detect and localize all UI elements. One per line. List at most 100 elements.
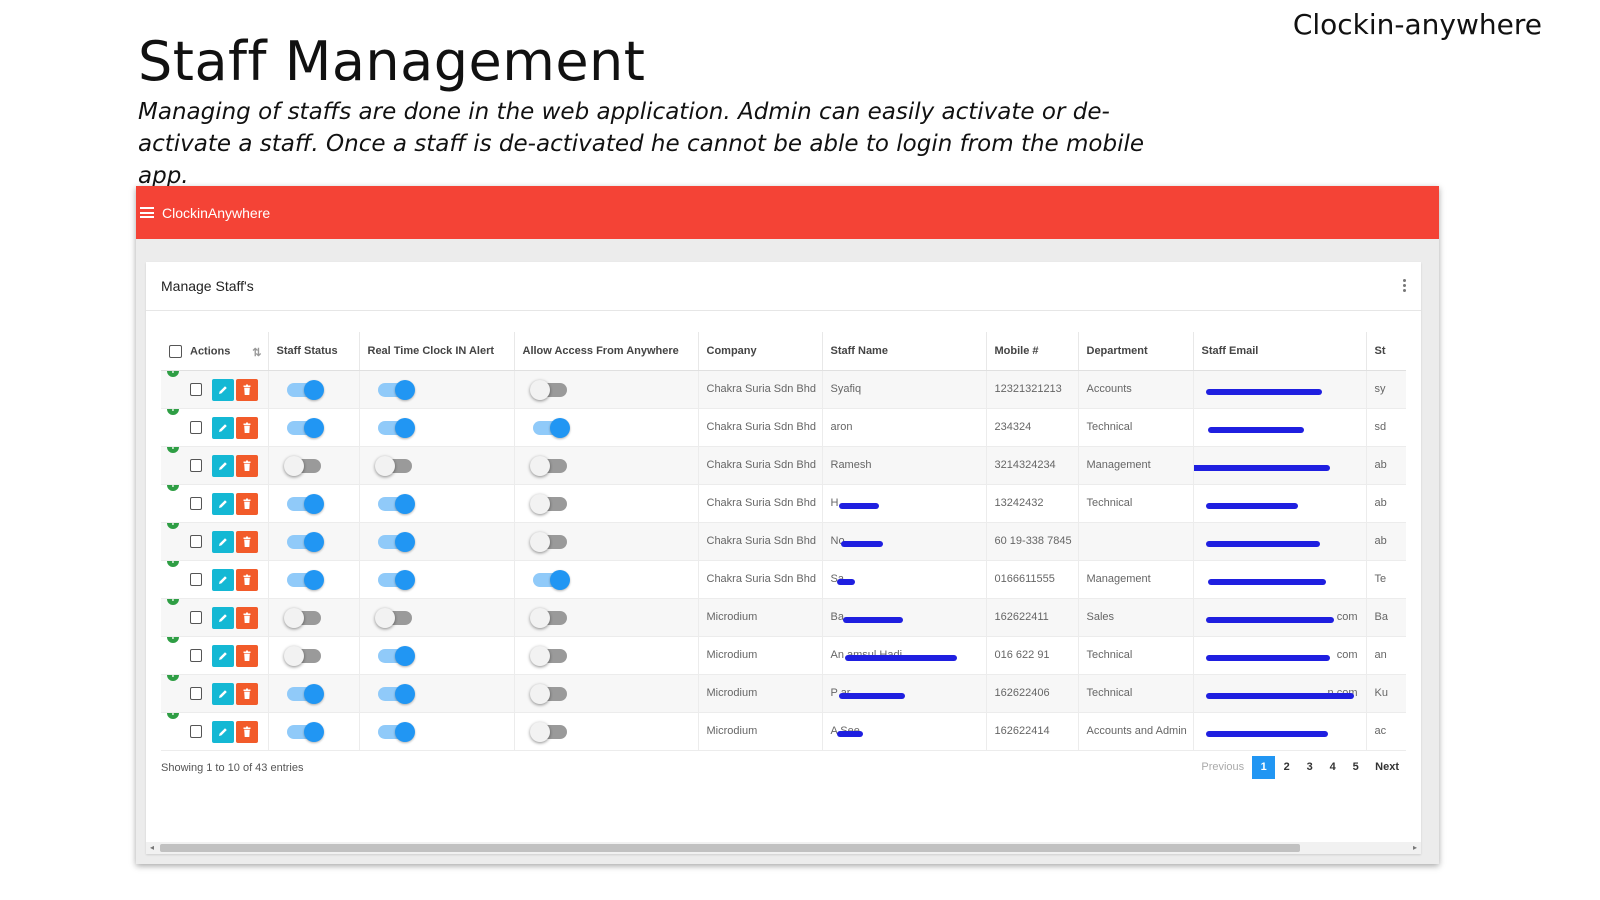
delete-button[interactable] [235,682,258,705]
delete-button[interactable] [235,378,258,401]
clock-in-alert-toggle[interactable] [377,531,415,552]
row-checkbox[interactable] [190,421,202,434]
edit-button[interactable] [211,454,234,477]
expand-row-icon[interactable]: + [167,598,179,605]
staff-status-toggle[interactable] [283,607,321,628]
row-checkbox[interactable] [190,573,202,586]
staff-status-toggle[interactable] [286,569,324,590]
staff-status-toggle[interactable] [286,721,324,742]
row-checkbox[interactable] [190,535,202,548]
edit-button[interactable] [211,720,234,743]
column-header-8[interactable]: Staff Email [1193,332,1367,371]
scroll-left-icon[interactable]: ◂ [150,843,154,852]
column-header-6[interactable]: Mobile # [986,332,1079,371]
company-cell: Microdium [698,636,823,675]
allow-anywhere-toggle[interactable] [529,379,567,400]
allow-anywhere-toggle[interactable] [532,569,570,590]
clock-in-alert-toggle[interactable] [377,721,415,742]
pagination-page-2[interactable]: 2 [1275,756,1298,779]
column-header-9[interactable]: St [1366,332,1406,371]
redaction-mark [836,730,863,737]
allow-anywhere-toggle[interactable] [532,417,570,438]
pagination-page-3[interactable]: 3 [1298,756,1321,779]
staff-status-toggle[interactable] [283,645,321,666]
expand-row-icon[interactable]: + [167,484,179,491]
clock-in-alert-toggle[interactable] [377,683,415,704]
horizontal-scrollbar[interactable]: ◂ ▸ [146,842,1421,854]
edit-button[interactable] [211,378,234,401]
column-header-1[interactable]: Staff Status [268,332,360,371]
company-cell-wrap: Chakra Suria Sdn Bhd [707,421,816,435]
delete-button[interactable] [235,606,258,629]
clock-in-alert-toggle[interactable] [377,379,415,400]
allow-anywhere-toggle[interactable] [529,683,567,704]
staff-status-toggle[interactable] [286,379,324,400]
pagination-previous[interactable]: Previous [1201,756,1244,779]
expand-row-icon[interactable]: + [167,712,179,719]
column-header-4[interactable]: Company [698,332,823,371]
allow-anywhere-toggle[interactable] [529,531,567,552]
delete-button[interactable] [235,454,258,477]
delete-button[interactable] [235,530,258,553]
pagination: Previous 12345 Next [1201,756,1399,779]
staff-status-toggle[interactable] [286,493,324,514]
pagination-page-1[interactable]: 1 [1252,756,1276,779]
allow-anywhere-toggle[interactable] [529,721,567,742]
edit-button[interactable] [211,568,234,591]
clock-in-alert-toggle[interactable] [377,417,415,438]
clock-in-alert-toggle[interactable] [374,607,412,628]
row-checkbox[interactable] [190,725,202,738]
staff-status-toggle-cell [268,674,360,713]
allow-anywhere-toggle[interactable] [529,607,567,628]
row-checkbox[interactable] [190,649,202,662]
column-header-7[interactable]: Department [1078,332,1194,371]
edit-button[interactable] [211,606,234,629]
scroll-right-icon[interactable]: ▸ [1413,843,1417,852]
row-checkbox[interactable] [190,383,202,396]
select-all-checkbox[interactable] [169,344,182,358]
column-header-0[interactable]: Actions ⇅ [161,332,269,371]
delete-button[interactable] [235,644,258,667]
edit-button[interactable] [211,530,234,553]
row-checkbox[interactable] [190,611,202,624]
allow-anywhere-toggle[interactable] [529,493,567,514]
sort-icon[interactable]: ⇅ [252,346,261,359]
expand-row-icon[interactable]: + [167,560,179,567]
delete-button[interactable] [235,568,258,591]
row-checkbox[interactable] [190,459,202,472]
pagination-page-5[interactable]: 5 [1344,756,1367,779]
edit-button[interactable] [211,416,234,439]
clock-in-alert-toggle[interactable] [374,455,412,476]
row-checkbox[interactable] [190,497,202,510]
pagination-next[interactable]: Next [1375,756,1399,779]
expand-row-icon[interactable]: + [167,408,179,415]
delete-button[interactable] [235,492,258,515]
column-header-2[interactable]: Real Time Clock IN Alert [359,332,515,371]
expand-row-icon[interactable]: + [167,636,179,643]
clock-in-alert-toggle[interactable] [377,569,415,590]
pagination-page-4[interactable]: 4 [1321,756,1344,779]
staff-status-toggle[interactable] [286,683,324,704]
scrollbar-thumb[interactable] [160,844,1300,852]
clock-in-alert-toggle[interactable] [377,645,415,666]
more-options-icon[interactable] [1403,279,1407,292]
expand-row-icon[interactable]: + [167,522,179,529]
edit-button[interactable] [211,682,234,705]
delete-button[interactable] [235,720,258,743]
row-checkbox[interactable] [190,687,202,700]
staff-status-toggle[interactable] [286,417,324,438]
edit-button[interactable] [211,492,234,515]
delete-button[interactable] [235,416,258,439]
column-header-3[interactable]: Allow Access From Anywhere [514,332,699,371]
allow-anywhere-toggle[interactable] [529,455,567,476]
expand-row-icon[interactable]: + [167,446,179,453]
staff-status-toggle[interactable] [286,531,324,552]
hamburger-menu-icon[interactable] [140,207,154,218]
column-header-5[interactable]: Staff Name [822,332,987,371]
edit-button[interactable] [211,644,234,667]
allow-anywhere-toggle[interactable] [529,645,567,666]
clock-in-alert-toggle[interactable] [377,493,415,514]
expand-row-icon[interactable]: + [167,370,179,377]
expand-row-icon[interactable]: + [167,674,179,681]
staff-status-toggle[interactable] [283,455,321,476]
